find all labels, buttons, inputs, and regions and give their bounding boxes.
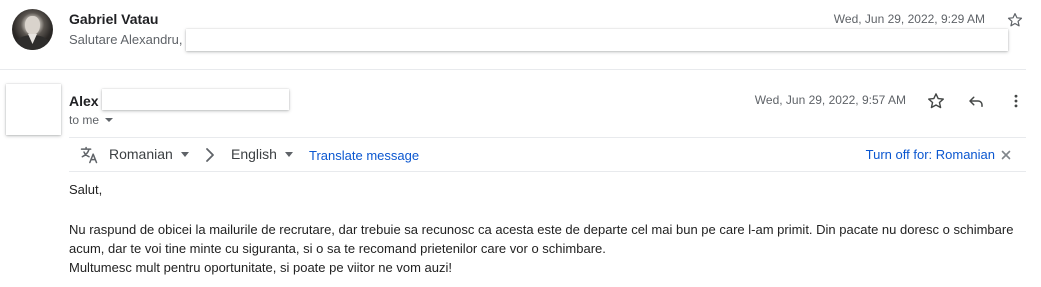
close-icon[interactable] (1000, 149, 1012, 161)
recipient-label: to me (69, 113, 100, 127)
message-divider (0, 69, 1026, 70)
recipient-details-toggle[interactable]: to me (69, 113, 114, 127)
reply-icon (969, 96, 983, 107)
more-vert-icon (1014, 94, 1018, 108)
star-button[interactable] (1004, 9, 1026, 31)
translation-bar-bottom-border (69, 171, 1026, 172)
target-language-select[interactable]: English (231, 146, 293, 162)
message-body-line: Multumesc mult pentru oportunitate, si p… (69, 260, 452, 275)
redaction-box (186, 29, 1008, 51)
chevron-right-icon (206, 148, 214, 162)
translate-icon (80, 146, 98, 164)
message-date: Wed, Jun 29, 2022, 9:57 AM (754, 93, 906, 107)
reply-button[interactable] (965, 90, 987, 112)
message-body: Nu raspund de obicei la mailurile de rec… (69, 220, 1024, 277)
translation-bar-top-border (69, 137, 1026, 138)
turn-off-translation-link[interactable]: Turn off for: Romanian (866, 147, 995, 162)
sender-avatar (12, 9, 53, 50)
caret-down-icon (284, 151, 293, 157)
source-language-select[interactable]: Romanian (109, 146, 189, 162)
message-snippet: Salutare Alexandru, (69, 32, 183, 47)
star-button[interactable] (925, 90, 947, 112)
target-language-label: English (231, 146, 277, 162)
caret-down-icon (105, 118, 114, 122)
message-body-line: Nu raspund de obicei la mailurile de rec… (69, 222, 1014, 256)
source-language-label: Romanian (109, 146, 173, 162)
sender-name: Alex (69, 93, 99, 109)
redaction-box (102, 89, 289, 110)
sender-name: Gabriel Vatau (69, 11, 159, 27)
star-outline-icon (928, 93, 944, 109)
message-date: Wed, Jun 29, 2022, 9:29 AM (833, 12, 985, 26)
translate-message-link[interactable]: Translate message (309, 148, 419, 163)
collapsed-message[interactable]: Gabriel Vatau Salutare Alexandru, Wed, J… (0, 0, 1041, 70)
message-greeting: Salut, (69, 182, 103, 197)
star-outline-icon (1007, 13, 1023, 27)
avatar-face (25, 16, 40, 35)
sender-avatar (6, 84, 61, 135)
more-options-button[interactable] (1005, 90, 1027, 112)
caret-down-icon (180, 151, 189, 157)
